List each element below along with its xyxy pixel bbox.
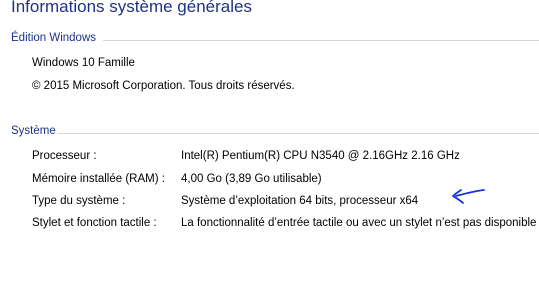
windows-edition-name: Windows 10 Famille (32, 57, 135, 69)
hand-drawn-arrow-icon (452, 189, 485, 204)
processor-label: Processeur : (32, 150, 97, 162)
memory-label: Mémoire installée (RAM) : (32, 173, 165, 185)
system-type-value: Système d’exploitation 64 bits, processe… (181, 195, 419, 207)
edition-section-header: Édition Windows (11, 32, 97, 44)
processor-value: Intel(R) Pentium(R) CPU N3540 @ 2.16GHz … (181, 150, 460, 162)
edition-section-divider (103, 40, 539, 41)
system-section-header: Système (11, 125, 56, 137)
system-section-divider (58, 133, 539, 134)
pen-touch-label: Stylet et fonction tactile : (32, 217, 157, 229)
page-title: Informations système générales (11, 0, 252, 16)
arrow-head (452, 189, 464, 204)
system-type-label: Type du système : (32, 195, 126, 207)
copyright-text: © 2015 Microsoft Corporation. Tous droit… (32, 80, 295, 92)
memory-value: 4,00 Go (3,89 Go utilisable) (181, 173, 322, 185)
pen-touch-value: La fonctionnalité d’entrée tactile ou av… (181, 217, 537, 229)
